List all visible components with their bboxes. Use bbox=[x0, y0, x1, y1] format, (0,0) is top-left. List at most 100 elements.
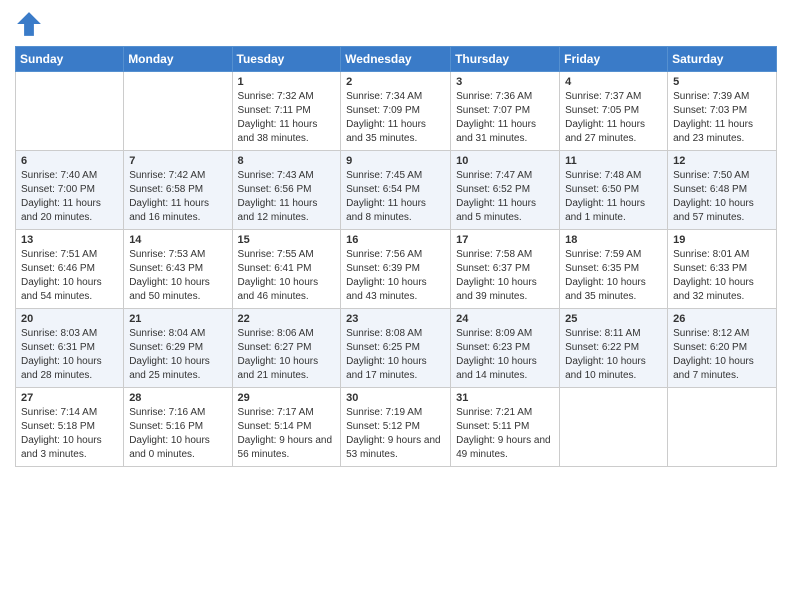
day-info: Sunrise: 7:40 AM Sunset: 7:00 PM Dayligh… bbox=[21, 169, 118, 225]
day-number: 8 bbox=[238, 155, 336, 167]
calendar-day-cell: 25 Sunrise: 8:11 AM Sunset: 6:22 PM Dayli… bbox=[560, 309, 668, 388]
day-info: Sunrise: 7:14 AM Sunset: 5:18 PM Dayligh… bbox=[21, 406, 118, 462]
day-info: Sunrise: 8:11 AM Sunset: 6:22 PM Dayligh… bbox=[565, 327, 662, 383]
day-info: Sunrise: 7:19 AM Sunset: 5:12 PM Dayligh… bbox=[346, 406, 445, 462]
day-info: Sunrise: 7:34 AM Sunset: 7:09 PM Dayligh… bbox=[346, 90, 445, 146]
day-info: Sunrise: 7:32 AM Sunset: 7:11 PM Dayligh… bbox=[238, 90, 336, 146]
calendar-day-cell: 8Sunrise: 7:43 AM Sunset: 6:56 PM Daylig… bbox=[232, 151, 341, 230]
calendar-day-cell: 2 Sunrise: 7:34 AM Sunset: 7:09 PM Daylig… bbox=[341, 72, 451, 151]
calendar-day-cell: 27 Sunrise: 7:14 AM Sunset: 5:18 PM Dayli… bbox=[16, 388, 124, 467]
day-number: 15 bbox=[238, 234, 336, 246]
day-number: 18 bbox=[565, 234, 662, 246]
day-info: Sunrise: 7:51 AM Sunset: 6:46 PM Dayligh… bbox=[21, 248, 118, 304]
weekday-header: Tuesday bbox=[232, 47, 341, 72]
calendar-week-row: 27 Sunrise: 7:14 AM Sunset: 5:18 PM Dayli… bbox=[16, 388, 777, 467]
calendar-day-cell: 9 Sunrise: 7:45 AM Sunset: 6:54 PM Daylig… bbox=[341, 151, 451, 230]
weekday-header: Monday bbox=[124, 47, 232, 72]
day-number: 10 bbox=[456, 155, 554, 167]
weekday-header: Sunday bbox=[16, 47, 124, 72]
day-info: Sunrise: 8:08 AM Sunset: 6:25 PM Dayligh… bbox=[346, 327, 445, 383]
day-info: Sunrise: 7:59 AM Sunset: 6:35 PM Dayligh… bbox=[565, 248, 662, 304]
day-number: 19 bbox=[673, 234, 771, 246]
day-number: 2 bbox=[346, 76, 445, 88]
day-number: 23 bbox=[346, 313, 445, 325]
day-info: Sunrise: 8:04 AM Sunset: 6:29 PM Dayligh… bbox=[129, 327, 226, 383]
calendar-day-cell: 18 Sunrise: 7:59 AM Sunset: 6:35 PM Dayli… bbox=[560, 230, 668, 309]
calendar-day-cell: 1 Sunrise: 7:32 AM Sunset: 7:11 PM Daylig… bbox=[232, 72, 341, 151]
day-info: Sunrise: 8:03 AM Sunset: 6:31 PM Dayligh… bbox=[21, 327, 118, 383]
day-info: Sunrise: 8:01 AM Sunset: 6:33 PM Dayligh… bbox=[673, 248, 771, 304]
day-info: Sunrise: 7:45 AM Sunset: 6:54 PM Dayligh… bbox=[346, 169, 445, 225]
day-info: Sunrise: 7:56 AM Sunset: 6:39 PM Dayligh… bbox=[346, 248, 445, 304]
calendar-week-row: 20 Sunrise: 8:03 AM Sunset: 6:31 PM Dayli… bbox=[16, 309, 777, 388]
weekday-header: Saturday bbox=[668, 47, 777, 72]
page-header bbox=[15, 10, 777, 38]
day-info: Sunrise: 7:36 AM Sunset: 7:07 PM Dayligh… bbox=[456, 90, 554, 146]
day-info: Sunrise: 7:50 AM Sunset: 6:48 PM Dayligh… bbox=[673, 169, 771, 225]
day-info: Sunrise: 7:21 AM Sunset: 5:11 PM Dayligh… bbox=[456, 406, 554, 462]
calendar-table: SundayMondayTuesdayWednesdayThursdayFrid… bbox=[15, 46, 777, 467]
calendar-day-cell: 24Sunrise: 8:09 AM Sunset: 6:23 PM Dayli… bbox=[451, 309, 560, 388]
day-info: Sunrise: 8:06 AM Sunset: 6:27 PM Dayligh… bbox=[238, 327, 336, 383]
day-number: 5 bbox=[673, 76, 771, 88]
weekday-header-row: SundayMondayTuesdayWednesdayThursdayFrid… bbox=[16, 47, 777, 72]
day-number: 7 bbox=[129, 155, 226, 167]
calendar-day-cell: 5 Sunrise: 7:39 AM Sunset: 7:03 PM Daylig… bbox=[668, 72, 777, 151]
calendar-day-cell: 30 Sunrise: 7:19 AM Sunset: 5:12 PM Dayli… bbox=[341, 388, 451, 467]
calendar-day-cell: 3 Sunrise: 7:36 AM Sunset: 7:07 PM Daylig… bbox=[451, 72, 560, 151]
day-number: 26 bbox=[673, 313, 771, 325]
day-info: Sunrise: 7:16 AM Sunset: 5:16 PM Dayligh… bbox=[129, 406, 226, 462]
calendar-day-cell bbox=[668, 388, 777, 467]
calendar-day-cell: 20 Sunrise: 8:03 AM Sunset: 6:31 PM Dayli… bbox=[16, 309, 124, 388]
day-number: 6 bbox=[21, 155, 118, 167]
day-info: Sunrise: 7:55 AM Sunset: 6:41 PM Dayligh… bbox=[238, 248, 336, 304]
calendar-day-cell: 12Sunrise: 7:50 AM Sunset: 6:48 PM Dayli… bbox=[668, 151, 777, 230]
calendar-day-cell bbox=[124, 72, 232, 151]
day-number: 31 bbox=[456, 392, 554, 404]
day-number: 22 bbox=[238, 313, 336, 325]
weekday-header: Friday bbox=[560, 47, 668, 72]
calendar-day-cell: 26 Sunrise: 8:12 AM Sunset: 6:20 PM Dayli… bbox=[668, 309, 777, 388]
weekday-header: Thursday bbox=[451, 47, 560, 72]
day-info: Sunrise: 8:12 AM Sunset: 6:20 PM Dayligh… bbox=[673, 327, 771, 383]
day-number: 9 bbox=[346, 155, 445, 167]
day-info: Sunrise: 7:42 AM Sunset: 6:58 PM Dayligh… bbox=[129, 169, 226, 225]
day-number: 4 bbox=[565, 76, 662, 88]
calendar-day-cell: 7 Sunrise: 7:42 AM Sunset: 6:58 PM Daylig… bbox=[124, 151, 232, 230]
weekday-header: Wednesday bbox=[341, 47, 451, 72]
day-number: 3 bbox=[456, 76, 554, 88]
calendar-day-cell: 19 Sunrise: 8:01 AM Sunset: 6:33 PM Dayli… bbox=[668, 230, 777, 309]
day-info: Sunrise: 7:39 AM Sunset: 7:03 PM Dayligh… bbox=[673, 90, 771, 146]
day-info: Sunrise: 7:58 AM Sunset: 6:37 PM Dayligh… bbox=[456, 248, 554, 304]
day-number: 30 bbox=[346, 392, 445, 404]
day-number: 17 bbox=[456, 234, 554, 246]
day-number: 16 bbox=[346, 234, 445, 246]
day-number: 11 bbox=[565, 155, 662, 167]
calendar-day-cell: 11 Sunrise: 7:48 AM Sunset: 6:50 PM Dayli… bbox=[560, 151, 668, 230]
day-number: 20 bbox=[21, 313, 118, 325]
calendar-day-cell bbox=[560, 388, 668, 467]
calendar-day-cell: 13 Sunrise: 7:51 AM Sunset: 6:46 PM Dayli… bbox=[16, 230, 124, 309]
calendar-day-cell: 22 Sunrise: 8:06 AM Sunset: 6:27 PM Dayli… bbox=[232, 309, 341, 388]
day-number: 28 bbox=[129, 392, 226, 404]
day-info: Sunrise: 7:48 AM Sunset: 6:50 PM Dayligh… bbox=[565, 169, 662, 225]
day-number: 27 bbox=[21, 392, 118, 404]
calendar-day-cell: 31 Sunrise: 7:21 AM Sunset: 5:11 PM Dayli… bbox=[451, 388, 560, 467]
day-number: 1 bbox=[238, 76, 336, 88]
calendar-day-cell bbox=[16, 72, 124, 151]
calendar-day-cell: 14Sunrise: 7:53 AM Sunset: 6:43 PM Dayli… bbox=[124, 230, 232, 309]
day-info: Sunrise: 7:47 AM Sunset: 6:52 PM Dayligh… bbox=[456, 169, 554, 225]
day-number: 13 bbox=[21, 234, 118, 246]
day-number: 21 bbox=[129, 313, 226, 325]
calendar-day-cell: 28 Sunrise: 7:16 AM Sunset: 5:16 PM Dayli… bbox=[124, 388, 232, 467]
day-number: 29 bbox=[238, 392, 336, 404]
day-number: 14 bbox=[129, 234, 226, 246]
calendar-day-cell: 16 Sunrise: 7:56 AM Sunset: 6:39 PM Dayli… bbox=[341, 230, 451, 309]
calendar-day-cell: 15 Sunrise: 7:55 AM Sunset: 6:41 PM Dayli… bbox=[232, 230, 341, 309]
day-info: Sunrise: 8:09 AM Sunset: 6:23 PM Dayligh… bbox=[456, 327, 554, 383]
calendar-day-cell: 6 Sunrise: 7:40 AM Sunset: 7:00 PM Daylig… bbox=[16, 151, 124, 230]
calendar-day-cell: 17 Sunrise: 7:58 AM Sunset: 6:37 PM Dayli… bbox=[451, 230, 560, 309]
calendar-day-cell: 10 Sunrise: 7:47 AM Sunset: 6:52 PM Dayli… bbox=[451, 151, 560, 230]
calendar-day-cell: 23 Sunrise: 8:08 AM Sunset: 6:25 PM Dayli… bbox=[341, 309, 451, 388]
day-number: 25 bbox=[565, 313, 662, 325]
